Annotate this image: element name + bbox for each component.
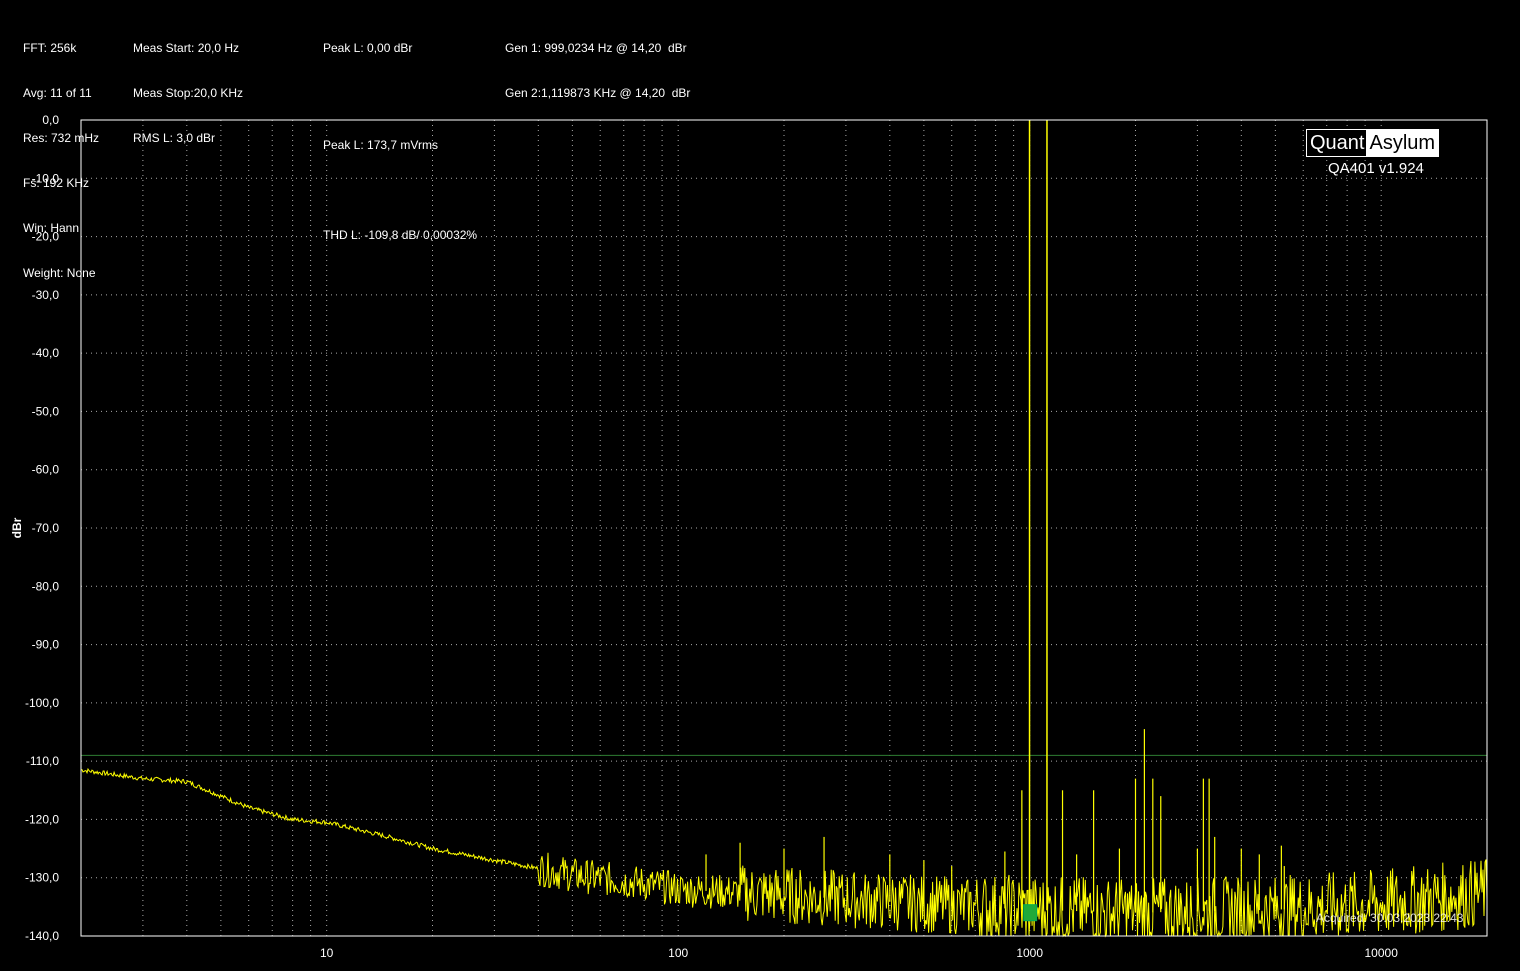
harmonic-spurs — [705, 120, 1285, 913]
y-tick-label: -20,0 — [32, 230, 60, 244]
y-tick-label: 0,0 — [42, 113, 59, 127]
y-tick-label: -80,0 — [32, 579, 60, 593]
frequency-marker — [1023, 904, 1038, 922]
y-tick-label: -110,0 — [26, 754, 59, 768]
grid-lines — [81, 120, 1487, 936]
x-tick-label: 1000 — [1016, 946, 1043, 960]
y-tick-label: -100,0 — [25, 696, 59, 710]
y-tick-label: -130,0 — [25, 871, 59, 885]
logo-left-text: Quant — [1307, 130, 1367, 156]
x-tick-label: 100 — [668, 946, 688, 960]
x-tick-label: 10 — [320, 946, 334, 960]
y-tick-label: -40,0 — [32, 346, 60, 360]
y-tick-label: -120,0 — [25, 812, 59, 826]
y-tick-label: -90,0 — [32, 638, 60, 652]
y-tick-labels: 0,0 -10,0 -20,0 -30,0 -40,0 -50,0 -60,0 -70,0 -8… — [25, 113, 59, 943]
y-tick-label: -70,0 — [32, 521, 60, 535]
y-tick-label: -50,0 — [32, 404, 60, 418]
y-axis-label: dBr — [10, 517, 24, 538]
y-tick-label: -60,0 — [32, 463, 60, 477]
y-tick-label: -30,0 — [32, 288, 60, 302]
x-tick-labels: 10 100 1000 10000 — [320, 946, 1398, 960]
acquired-timestamp: Acquired: 30.03.2023 22:43 — [1316, 911, 1464, 925]
spectrum-chart: 0,0 -10,0 -20,0 -30,0 -40,0 -50,0 -60,0 -70,0 -8… — [10, 113, 1488, 960]
quantasylum-logo: Quant Asylum — [1306, 129, 1440, 157]
y-tick-label: -140,0 — [25, 929, 59, 943]
y-tick-label: -10,0 — [32, 171, 60, 185]
version-label: QA401 v1.924 — [1328, 160, 1424, 177]
x-tick-label: 10000 — [1365, 946, 1399, 960]
logo-right-text: Asylum — [1366, 130, 1439, 156]
